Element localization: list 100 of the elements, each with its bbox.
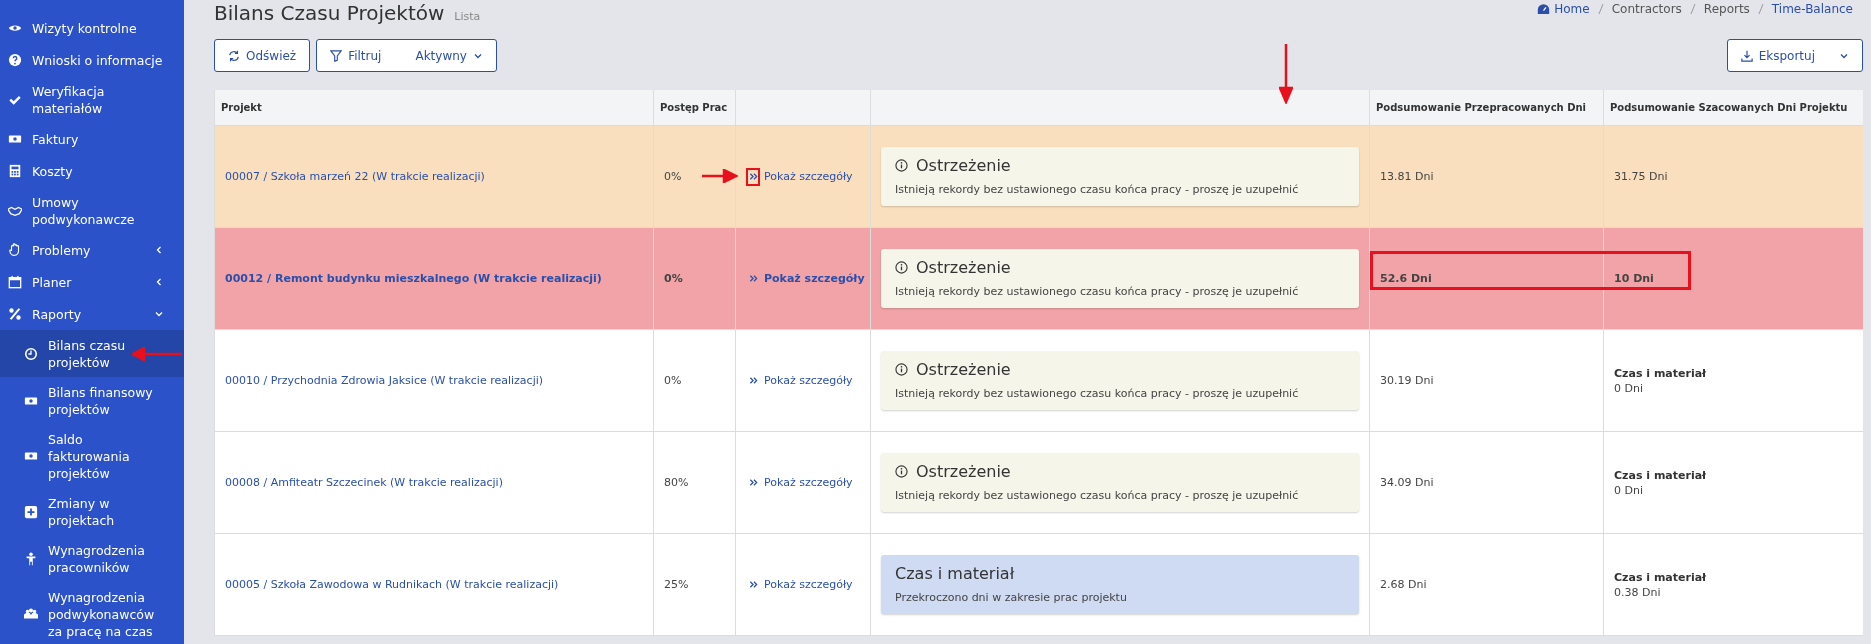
sidebar-subitem[interactable]: Wynagrodzenia podwykonawców za pracę na czas <box>0 582 184 644</box>
details-link[interactable]: Pokaż szczegóły <box>746 575 853 594</box>
sidebar-item[interactable]: Wnioski o informacje <box>0 44 184 76</box>
sidebar-label: Weryfikacja materiałów <box>32 82 106 117</box>
sidebar-item[interactable]: Wizyty kontrolne <box>0 12 184 44</box>
details-link[interactable]: Pokaż szczegóły <box>746 473 853 492</box>
calendar-icon <box>8 275 22 289</box>
project-link[interactable]: 00012 / Remont budynku mieszkalnego (W trakcie realizacji) <box>225 272 602 285</box>
refresh-icon <box>228 49 240 62</box>
sidebar-subitem[interactable]: Zmiany w projektach <box>0 488 184 535</box>
details-link[interactable]: Pokaż szczegóły <box>746 269 865 288</box>
sidebar-label: Wynagrodzenia pracowników <box>48 541 146 576</box>
sidebar-label: Raporty <box>32 305 83 323</box>
sidebar-item[interactable]: Problemy <box>0 234 184 266</box>
breadcrumb-item[interactable]: Home <box>1554 2 1590 16</box>
page-title: Bilans Czasu Projektów <box>214 0 445 26</box>
breadcrumb-separator <box>1597 3 1604 15</box>
sidebar-subitem[interactable]: Wynagrodzenia pracowników <box>0 535 184 582</box>
progress-value: 0% <box>664 272 683 285</box>
question-icon <box>8 53 22 67</box>
info-icon <box>895 363 908 376</box>
details-link[interactable]: Pokaż szczegóły <box>746 371 853 390</box>
breadcrumb-item: Reports <box>1703 2 1750 16</box>
estimate-label: Czas i materiał <box>1614 468 1708 482</box>
sidebar-item[interactable]: Umowy podwykonawcze <box>0 187 184 234</box>
sidebar-label: Problemy <box>32 241 92 259</box>
page-subtitle: Lista <box>454 10 481 23</box>
project-link[interactable]: 00008 / Amfiteatr Szczecinek (W trakcie realizacji) <box>225 476 503 489</box>
worked-days: 30.19 Dni <box>1380 374 1434 387</box>
refresh-button[interactable]: Odśwież <box>214 39 311 72</box>
sidebar-item[interactable]: Faktury <box>0 123 184 155</box>
progress-value: 25% <box>664 578 689 591</box>
percent-icon <box>8 307 22 321</box>
filter-dropdown[interactable]: Filtruj Aktywny <box>316 39 497 72</box>
sidebar-label: Wynagrodzenia podwykonawców za pracę na czas <box>48 588 156 640</box>
people-icon <box>24 607 38 621</box>
notice-title: Ostrzeżenie <box>916 360 1011 379</box>
sidebar-label: Faktury <box>32 130 80 148</box>
breadcrumb-separator <box>1689 3 1696 15</box>
dashboard-icon <box>1537 3 1551 15</box>
notice-title: Ostrzeżenie <box>916 258 1011 277</box>
sidebar-item[interactable]: Weryfikacja materiałów <box>0 76 184 123</box>
estimate-label: Czas i materiał <box>1614 570 1708 584</box>
sidebar-label: Zmiany w projektach <box>48 494 116 529</box>
filter-value: Aktywny <box>415 48 467 63</box>
project-link[interactable]: 00010 / Przychodnia Zdrowia Jaksice (W trakcie realizacji) <box>225 374 544 387</box>
sidebar-subitem[interactable]: Bilans czasu projektów <box>0 330 184 377</box>
sidebar-label: Umowy podwykonawcze <box>32 193 136 228</box>
worked-days: 13.81 Dni <box>1380 170 1434 183</box>
details-link[interactable]: Pokaż szczegóły <box>746 167 853 186</box>
project-link[interactable]: 00007 / Szkoła marzeń 22 (W trakcie realizacji) <box>225 170 485 183</box>
progress-value: 0% <box>664 170 682 183</box>
estimated-days: 0 Dni <box>1614 381 1643 395</box>
project-link[interactable]: 00005 / Szkoła Zawodowa w Rudnikach (W trakcie realizacji) <box>225 578 559 591</box>
notice-text: Istnieją rekordy bez ustawionego czasu końca pracy - proszę je uzupełnić <box>895 285 1300 298</box>
notice-title: Ostrzeżenie <box>916 156 1011 175</box>
double-chevron-icon <box>746 167 760 186</box>
worked-days: 34.09 Dni <box>1380 476 1434 489</box>
column-header: Podsumowanie Szacowanych Dni Projektu <box>1603 90 1863 126</box>
filter-icon <box>330 49 343 62</box>
column-header: Podsumowanie Przepracowanych Dni <box>1369 90 1604 126</box>
estimated-days: 10 Dni <box>1614 272 1654 285</box>
sidebar-item[interactable]: Raporty <box>0 298 184 330</box>
column-header: Projekt <box>214 90 654 126</box>
info-icon <box>895 261 908 274</box>
sidebar-label: Wizyty kontrolne <box>32 19 138 37</box>
notice-title: Czas i materiał <box>895 564 1015 583</box>
hand-icon <box>8 243 22 257</box>
plus-icon <box>24 504 38 519</box>
export-button[interactable]: Eksportuj <box>1726 39 1863 72</box>
sidebar-label: Koszty <box>32 162 74 180</box>
sidebar-item[interactable]: Koszty <box>0 155 184 187</box>
estimated-days: 0 Dni <box>1614 483 1643 497</box>
sidebar-label: Wnioski o informacje <box>32 51 164 69</box>
clock-icon <box>24 346 38 361</box>
worked-days: 2.68 Dni <box>1380 578 1427 591</box>
sidebar-item[interactable]: Planer <box>0 266 184 298</box>
column-header: Postęp Prac <box>653 90 736 126</box>
filter-label: Filtruj <box>348 48 382 63</box>
sidebar-label: Saldo fakturowania projektów <box>48 430 131 482</box>
progress-value: 0% <box>664 374 682 387</box>
download-icon <box>1740 49 1753 62</box>
sidebar-subitem[interactable]: Bilans finansowy projektów <box>0 377 184 424</box>
sidebar-subitem[interactable]: Saldo fakturowania projektów <box>0 424 184 488</box>
calculator-icon <box>8 164 22 178</box>
notice-text: Istnieją rekordy bez ustawionego czasu końca pracy - proszę je uzupełnić <box>895 387 1300 400</box>
breadcrumb-separator <box>1757 3 1764 15</box>
estimated-days: 0.38 Dni <box>1614 585 1661 599</box>
notice-text: Istnieją rekordy bez ustawionego czasu końca pracy - proszę je uzupełnić <box>895 489 1300 502</box>
notice-text: Przekroczono dni w zakresie prac projektu <box>895 591 1128 604</box>
info-icon <box>895 159 908 172</box>
estimated-days: 31.75 Dni <box>1614 170 1668 183</box>
progress-value: 80% <box>664 476 689 489</box>
annotation-arrow <box>1279 44 1293 104</box>
info-icon <box>895 465 908 478</box>
sidebar-label: Bilans czasu projektów <box>48 336 127 371</box>
notice-text: Istnieją rekordy bez ustawionego czasu końca pracy - proszę je uzupełnić <box>895 183 1300 196</box>
annotation-arrow <box>132 346 182 361</box>
worked-days: 52.6 Dni <box>1380 272 1432 285</box>
breadcrumb-item[interactable]: Time-Balance <box>1771 2 1853 16</box>
